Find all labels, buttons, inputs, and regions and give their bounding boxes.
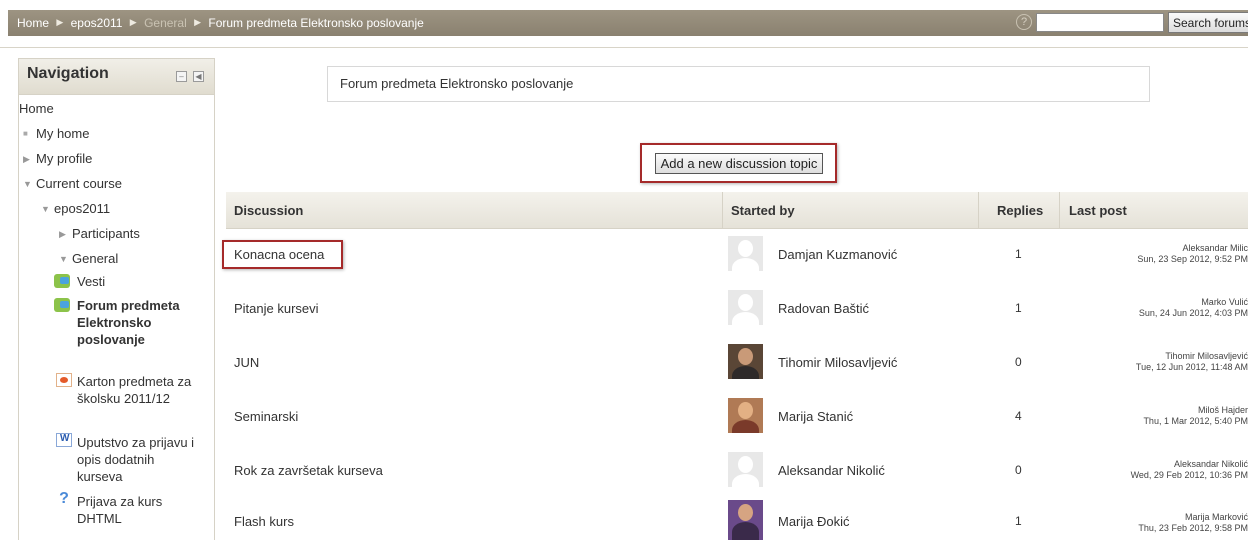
replies-count[interactable]: 4	[1015, 409, 1022, 423]
replies-count[interactable]: 0	[1015, 463, 1022, 477]
table-row: Konacna ocena Damjan Kuzmanović 1 Aleksa…	[226, 230, 1248, 282]
question-icon: ?	[59, 490, 69, 507]
last-post-author[interactable]: Miloš Hajder	[1198, 405, 1248, 415]
column-divider	[978, 192, 979, 229]
forum-intro-text: Forum predmeta Elektronsko poslovanje	[340, 76, 574, 91]
avatar[interactable]	[728, 236, 763, 271]
avatar[interactable]	[728, 452, 763, 487]
replies-count[interactable]: 1	[1015, 514, 1022, 528]
avatar[interactable]	[728, 500, 763, 540]
collapse-arrow-icon: ▼	[59, 254, 68, 264]
breadcrumb-separator-icon: ▶	[129, 17, 137, 28]
expand-arrow-icon: ▶	[59, 229, 66, 239]
nav-item-current-course[interactable]: ▼ Current course	[23, 176, 122, 191]
add-discussion-button[interactable]: Add a new discussion topic	[655, 153, 823, 174]
column-divider	[722, 192, 723, 229]
last-post-date[interactable]: Thu, 23 Feb 2012, 9:58 PM	[1138, 523, 1248, 533]
last-post-date[interactable]: Thu, 1 Mar 2012, 5:40 PM	[1143, 416, 1248, 426]
navigation-title: Navigation	[27, 65, 109, 82]
discussion-topic-link[interactable]: Rok za završetak kurseva	[234, 463, 383, 478]
avatar[interactable]	[728, 398, 763, 433]
breadcrumb-separator-icon: ▶	[56, 17, 64, 28]
column-started-by[interactable]: Started by	[731, 203, 795, 218]
last-post-date[interactable]: Wed, 29 Feb 2012, 10:36 PM	[1131, 470, 1248, 480]
author-link[interactable]: Tihomir Milosavljević	[778, 355, 897, 370]
breadcrumb-current: Forum predmeta Elektronsko poslovanje	[208, 15, 424, 30]
table-header: Discussion Started by Replies Last post	[226, 192, 1248, 229]
author-link[interactable]: Radovan Baštić	[778, 301, 869, 316]
avatar[interactable]	[728, 344, 763, 379]
navigation-header: Navigation – ◀	[19, 59, 214, 95]
nav-activity-vesti[interactable]: Vesti	[77, 273, 105, 290]
author-link[interactable]: Marija Đokić	[778, 514, 850, 529]
nav-item-my-home[interactable]: ■ My home	[23, 126, 89, 141]
collapse-arrow-icon: ▼	[23, 179, 32, 189]
last-post-author[interactable]: Aleksandar Nikolić	[1174, 459, 1248, 469]
author-link[interactable]: Marija Stanić	[778, 409, 853, 424]
column-discussion[interactable]: Discussion	[234, 203, 303, 218]
discussion-topic-link[interactable]: Seminarski	[234, 409, 298, 424]
expand-arrow-icon: ▶	[23, 154, 30, 164]
nav-item-home[interactable]: Home	[19, 101, 54, 116]
search-forums-button[interactable]: Search forums	[1168, 12, 1248, 33]
author-link[interactable]: Damjan Kuzmanović	[778, 247, 897, 262]
discussion-topic-link[interactable]: Flash kurs	[234, 514, 294, 529]
table-row: JUN Tihomir Milosavljević 0 Tihomir Milo…	[226, 338, 1248, 390]
replies-count[interactable]: 1	[1015, 301, 1022, 315]
last-post-date[interactable]: Sun, 24 Jun 2012, 4:03 PM	[1139, 308, 1248, 318]
collapse-arrow-icon: ▼	[41, 204, 50, 214]
forum-icon	[54, 274, 70, 288]
help-icon[interactable]: ?	[1016, 14, 1032, 30]
column-replies[interactable]: Replies	[997, 203, 1043, 218]
discussion-topic-link[interactable]: Pitanje kursevi	[234, 301, 319, 316]
highlight-outline	[222, 240, 343, 269]
nav-activity-uputstvo[interactable]: Uputstvo za prijavu i opis dodatnih kurs…	[77, 434, 202, 485]
last-post-date[interactable]: Tue, 12 Jun 2012, 11:48 AM	[1136, 362, 1248, 372]
breadcrumb-course[interactable]: epos2011	[71, 16, 123, 30]
search-input[interactable]	[1036, 13, 1164, 32]
word-document-icon	[56, 433, 72, 447]
table-row: Seminarski Marija Stanić 4 Miloš Hajder …	[226, 392, 1248, 444]
last-post-author[interactable]: Marko Vulić	[1201, 297, 1248, 307]
discussion-topic-link[interactable]: JUN	[234, 355, 259, 370]
table-row: Flash kurs Marija Đokić 1 Marija Markovi…	[226, 488, 1248, 540]
nav-activity-forum[interactable]: Forum predmeta Elektronsko poslovanje	[77, 297, 189, 348]
replies-count[interactable]: 1	[1015, 247, 1022, 261]
breadcrumb-section[interactable]: General	[144, 16, 187, 30]
column-last-post[interactable]: Last post	[1069, 203, 1127, 218]
navigation-block: Navigation – ◀ Home ■ My home ▶ My profile…	[18, 58, 215, 540]
table-row: Pitanje kursevi Radovan Baštić 1 Marko V…	[226, 284, 1248, 336]
nav-item-general[interactable]: ▼ General	[59, 251, 118, 266]
author-link[interactable]: Aleksandar Nikolić	[778, 463, 885, 478]
breadcrumb-separator-icon: ▶	[194, 17, 202, 28]
last-post-author[interactable]: Tihomir Milosavljević	[1165, 351, 1248, 361]
nav-activity-prijava[interactable]: Prijava za kurs DHTML	[77, 493, 202, 527]
last-post-date[interactable]: Sun, 23 Sep 2012, 9:52 PM	[1137, 254, 1248, 264]
nav-activity-karton[interactable]: Karton predmeta za školsku 2011/12	[77, 373, 202, 407]
forum-intro-box: Forum predmeta Elektronsko poslovanje	[327, 66, 1150, 102]
avatar[interactable]	[728, 290, 763, 325]
bullet-icon: ■	[23, 129, 28, 138]
pdf-icon	[56, 373, 72, 387]
breadcrumb: Home ▶ epos2011 ▶ General ▶ Forum predme…	[8, 10, 1248, 36]
nav-item-participants[interactable]: ▶ Participants	[59, 226, 140, 241]
dock-icon[interactable]: ◀	[193, 71, 204, 82]
nav-item-course[interactable]: ▼ epos2011	[41, 201, 110, 216]
last-post-author[interactable]: Marija Marković	[1185, 512, 1248, 522]
last-post-author[interactable]: Aleksandar Milic	[1182, 243, 1248, 253]
collapse-icon[interactable]: –	[176, 71, 187, 82]
column-divider	[1059, 192, 1060, 229]
replies-count[interactable]: 0	[1015, 355, 1022, 369]
forum-icon	[54, 298, 70, 312]
breadcrumb-home[interactable]: Home	[17, 16, 49, 30]
nav-item-my-profile[interactable]: ▶ My profile	[23, 151, 92, 166]
top-bar: Home ▶ epos2011 ▶ General ▶ Forum predme…	[0, 0, 1248, 48]
